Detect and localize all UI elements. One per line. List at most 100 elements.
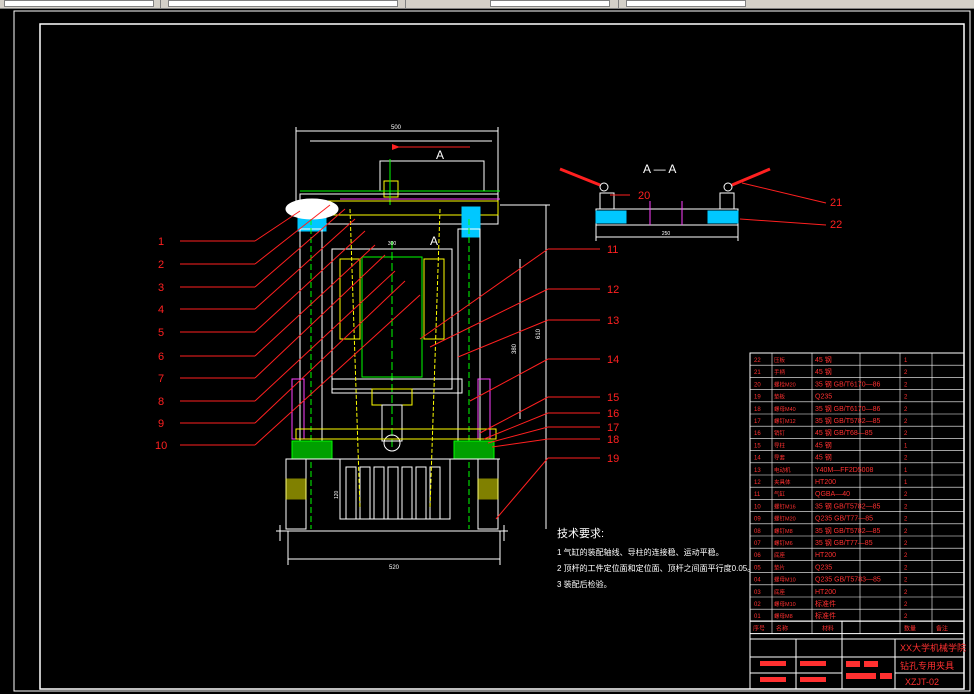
bom-cell-name: 螺母M10	[774, 600, 796, 608]
title-drawing-name: 钻孔专用夹具	[900, 660, 954, 671]
bom-cell-no: 20	[754, 382, 761, 388]
bom-cell-no: 11	[754, 492, 761, 498]
bom-cell-material: 45 钢 GB/T68—85	[815, 428, 873, 437]
bom-cell-qty: 2	[904, 419, 908, 425]
part-label-2: 2	[158, 259, 164, 271]
part-label-9: 9	[158, 418, 164, 430]
bom-cell-material: Q235 GB/T77—85	[815, 516, 873, 523]
part-label-12: 12	[607, 284, 619, 296]
bom-cell-qty: 1	[904, 443, 908, 449]
dim-base-height: 120	[334, 490, 340, 499]
bom-cell-no: 22	[754, 358, 761, 364]
bom-cell-qty: 2	[904, 456, 908, 462]
toolbar-separator	[405, 0, 406, 8]
dim-mid-width: 300	[388, 241, 397, 247]
bom-cell-qty: 2	[904, 529, 908, 535]
bom-cell-qty: 2	[904, 578, 908, 584]
bom-header-qty: 数量	[904, 624, 916, 632]
bom-cell-material: 35 钢 GB/T6170—86	[815, 379, 880, 388]
section-arrow-letter-2: A	[430, 234, 438, 248]
bom-cell-material: 35 钢 GB/T5782—85	[815, 526, 880, 535]
bom-cell-name: 销钉	[774, 429, 786, 437]
part-label-5: 5	[158, 327, 164, 339]
toolbar-field-b[interactable]	[168, 0, 398, 7]
part-label-14: 14	[607, 354, 619, 366]
cad-drawing: 500 A 300 A 520 610 380 120 1 2 3 4 5 6 …	[13, 10, 971, 692]
bom-cell-name: 螺栓M20	[774, 380, 796, 388]
part-label-16: 16	[607, 408, 619, 420]
part-label-21: 21	[830, 197, 842, 209]
bom-cell-material: HT200	[815, 479, 836, 486]
bom-cell-material: Y40M—FF2D5008	[815, 467, 873, 474]
part-label-17: 17	[607, 422, 619, 434]
bom-cell-material: HT200	[815, 589, 836, 596]
bom-cell-name: 手柄	[774, 368, 786, 376]
toolbar-field-d[interactable]	[626, 0, 746, 7]
bom-cell-no: 10	[754, 504, 761, 510]
bom-cell-no: 03	[754, 590, 761, 596]
bom-cell-qty: 2	[904, 565, 908, 571]
bom-cell-no: 12	[754, 480, 761, 486]
tech-req-item-2: 2 顶杆的工件定位面和定位面、顶杆之间面平行度0.05。	[557, 563, 755, 573]
part-label-7: 7	[158, 373, 164, 385]
bom-cell-material: 45 钢	[815, 453, 832, 462]
drawing-canvas[interactable]: 500 A 300 A 520 610 380 120 1 2 3 4 5 6 …	[0, 9, 974, 694]
bom-cell-material: 35 钢 GB/T5782—85	[815, 501, 880, 510]
bom-cell-material: 35 钢 GB/T5782—85	[815, 416, 880, 425]
dim-section-width: 250	[662, 231, 671, 237]
bom-cell-name: 螺钉M20	[774, 515, 796, 523]
bom-cell-name: 导套	[774, 454, 786, 462]
bom-cell-qty: 2	[904, 407, 908, 413]
toolbar-field-c[interactable]	[490, 0, 610, 7]
section-title: A — A	[643, 162, 676, 176]
bom-cell-no: 04	[754, 578, 761, 584]
toolbar-strip	[0, 0, 974, 9]
bom-cell-material: HT200	[815, 552, 836, 559]
part-number-labels: 1 2 3 4 5 6 7 8 9 10 11 12 13 14 15 16 1…	[155, 190, 842, 465]
part-label-18: 18	[607, 434, 619, 446]
bom-cell-qty: 2	[904, 492, 908, 498]
tech-req-item-1: 1 气缸的装配轴线、导柱的连接稳、运动平稳。	[557, 547, 724, 557]
part-label-3: 3	[158, 282, 164, 294]
part-label-8: 8	[158, 396, 164, 408]
bom-cell-no: 16	[754, 431, 761, 437]
tech-req-item-3: 3 装配后检验。	[557, 579, 612, 589]
bom-cell-no: 09	[754, 517, 761, 523]
dim-inner-height: 380	[512, 343, 518, 354]
bom-cell-no: 13	[754, 468, 761, 474]
part-label-11: 11	[607, 244, 618, 256]
bom-cell-qty: 2	[904, 517, 908, 523]
bom-cell-name: 电动机	[774, 466, 791, 474]
bom-cell-name: 螺钉M12	[774, 417, 796, 425]
bom-cell-name: 压板	[774, 356, 786, 364]
bom-cell-no: 18	[754, 407, 761, 413]
toolbar-separator	[618, 0, 619, 8]
bom-cell-material: 45 钢	[815, 355, 832, 364]
part-label-20: 20	[638, 190, 650, 202]
bom-cell-no: 15	[754, 443, 761, 449]
toolbar-separator	[160, 0, 161, 8]
bom-cell-material: 45 钢	[815, 367, 832, 376]
part-label-13: 13	[607, 315, 619, 327]
leader-lines-right	[419, 248, 600, 520]
bom-cell-material: Q235	[815, 564, 832, 571]
part-label-19: 19	[607, 453, 619, 465]
toolbar-field-a[interactable]	[4, 0, 154, 7]
bom-cell-no: 01	[754, 614, 761, 620]
title-school: XX大学机械学院	[900, 642, 966, 653]
bom-cell-name: 螺母M10	[774, 576, 796, 584]
bom-cell-no: 08	[754, 529, 761, 535]
bom-cell-qty: 2	[904, 614, 908, 620]
bom-cell-name: 导柱	[774, 441, 786, 449]
section-view-a-a: A — A 250	[559, 162, 827, 241]
part-label-22: 22	[830, 219, 842, 231]
bom-cell-name: 螺钉M16	[774, 502, 796, 510]
dim-bottom-width: 520	[389, 565, 400, 571]
bom-cell-no: 05	[754, 565, 761, 571]
part-label-15: 15	[607, 392, 619, 404]
bom-cell-name: 螺钉M8	[774, 527, 793, 535]
bom-cell-material: 标准件	[815, 611, 836, 620]
bom-header-remark: 备注	[936, 624, 948, 632]
part-label-4: 4	[158, 304, 164, 316]
bom-cell-no: 07	[754, 541, 761, 547]
